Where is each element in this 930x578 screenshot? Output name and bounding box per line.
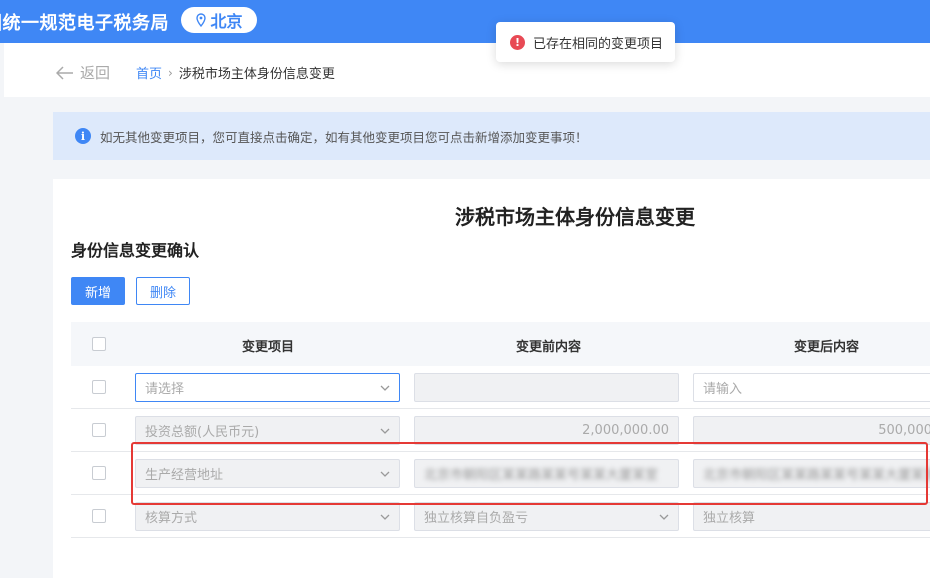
header-item: 变更项目 [242, 340, 295, 355]
change-item-select[interactable]: 请选择 [135, 373, 400, 402]
table-row: 核算方式 独立核算自负盈亏 独立核算 [71, 495, 930, 538]
after-value: 500,000 [878, 423, 930, 438]
before-value: 2,000,000.00 [582, 423, 669, 438]
after-content-field: 独立核算 [693, 502, 930, 531]
after-content-input[interactable]: 请输入 [693, 373, 930, 402]
before-content-field: 北京市朝阳区某某路某某号某某大厦某室 [414, 459, 679, 488]
toast-message: 已存在相同的变更项目 [533, 36, 664, 52]
select-placeholder: 请选择 [145, 382, 185, 397]
chevron-down-icon [380, 514, 390, 520]
row-checkbox[interactable] [92, 466, 106, 480]
after-value: 独立核算 [703, 511, 756, 526]
page-title: 涉税市场主体身份信息变更 [455, 205, 695, 229]
location-pin-icon [196, 13, 207, 27]
error-icon: ! [510, 34, 525, 50]
select-value: 投资总额(人民币元) [145, 425, 260, 440]
chevron-down-icon [380, 385, 390, 391]
back-label: 返回 [80, 64, 111, 82]
before-content-select[interactable]: 独立核算自负盈亏 [414, 502, 679, 531]
notice-text: 如无其他变更项目，您可直接点击确定，如有其他变更项目您可点击新增添加变更事项！ [100, 129, 588, 145]
delete-button[interactable]: 删除 [136, 277, 190, 305]
add-button[interactable]: 新增 [71, 277, 125, 305]
select-value: 核算方式 [145, 511, 198, 526]
top-bar: 国统一规范电子税务局 北京 [0, 0, 930, 43]
arrow-left-icon [56, 65, 73, 80]
after-placeholder: 请输入 [703, 382, 743, 397]
before-content-field [414, 373, 679, 402]
change-table: 变更项目 变更前内容 变更后内容 请选择 请输入 投资总额(人民币元) 2,00… [71, 322, 930, 538]
info-icon: i [75, 128, 91, 144]
before-content-field: 2,000,000.00 [414, 416, 679, 445]
change-item-select[interactable]: 生产经营地址 [135, 459, 400, 488]
table-header: 变更项目 变更前内容 变更后内容 [71, 322, 930, 366]
error-toast: ! 已存在相同的变更项目 [496, 22, 675, 62]
section-title: 身份信息变更确认 [71, 241, 200, 260]
table-row: 生产经营地址 北京市朝阳区某某路某某号某某大厦某室 北京市朝阳区某某路某某号某某… [71, 452, 930, 495]
change-card: 涉税市场主体身份信息变更 身份信息变更确认 新增 删除 变更项目 变更前内容 变… [53, 179, 930, 578]
breadcrumb-bar: 返回 首页 › 涉税市场主体身份信息变更 [4, 43, 930, 97]
breadcrumb: 首页 › 涉税市场主体身份信息变更 [136, 63, 335, 83]
before-value: 北京市朝阳区某某路某某号某某大厦某室 [424, 468, 659, 483]
location-label: 北京 [210, 12, 243, 31]
header-after: 变更后内容 [794, 340, 860, 355]
after-content-field: 500,000 [693, 416, 930, 445]
chevron-down-icon [380, 428, 390, 434]
breadcrumb-home-link[interactable]: 首页 [136, 63, 162, 82]
location-selector[interactable]: 北京 [181, 7, 257, 33]
after-content-field: 北京市朝阳区某某路某某号某某大厦某室 [693, 459, 930, 488]
site-title: 国统一规范电子税务局 [0, 13, 169, 34]
table-row: 请选择 请输入 [71, 366, 930, 409]
change-item-select[interactable]: 核算方式 [135, 502, 400, 531]
select-all-checkbox[interactable] [92, 337, 106, 351]
row-checkbox[interactable] [92, 380, 106, 394]
after-value: 北京市朝阳区某某路某某号某某大厦某室 [703, 468, 930, 483]
table-row: 投资总额(人民币元) 2,000,000.00 500,000 [71, 409, 930, 452]
info-notice: i 如无其他变更项目，您可直接点击确定，如有其他变更项目您可点击新增添加变更事项… [53, 112, 930, 160]
chevron-down-icon [380, 471, 390, 477]
chevron-down-icon [659, 514, 669, 520]
change-item-select[interactable]: 投资总额(人民币元) [135, 416, 400, 445]
back-button[interactable]: 返回 [56, 62, 110, 83]
select-value: 生产经营地址 [145, 468, 224, 483]
breadcrumb-current: 涉税市场主体身份信息变更 [178, 67, 335, 82]
before-value: 独立核算自负盈亏 [424, 511, 529, 526]
header-before: 变更前内容 [516, 340, 582, 355]
breadcrumb-separator: › [168, 65, 173, 80]
row-checkbox[interactable] [92, 509, 106, 523]
row-checkbox[interactable] [92, 423, 106, 437]
